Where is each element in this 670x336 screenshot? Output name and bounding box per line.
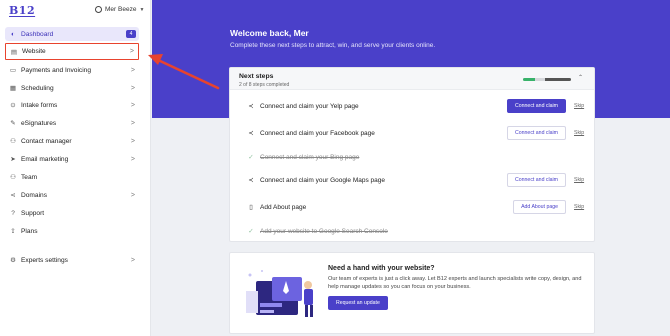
sidebar-item-label: Payments and Invoicing [21, 66, 92, 74]
sidebar-item-dashboard[interactable]: ◐ Dashboard 4 [5, 27, 139, 41]
skip-link[interactable]: Skip [574, 130, 586, 136]
sidebar-item-label: Email marketing [21, 155, 69, 163]
chevron-right-icon: > [130, 66, 135, 74]
progress-fill [523, 78, 535, 81]
sidebar-item-esignatures[interactable]: ✎ eSignatures > [5, 116, 139, 130]
user-name: Mer Beeze [105, 6, 137, 13]
step-search-console: ✓ Add your website to Google Search Cons… [246, 223, 586, 239]
sidebar-item-domains[interactable]: ⋖ Domains > [5, 188, 139, 202]
sidebar-item-scheduling[interactable]: ▦ Scheduling > [5, 81, 139, 95]
next-steps-progress-text: 2 of 8 steps completed [239, 82, 290, 88]
step-label: Connect and claim your Bing page [260, 153, 360, 161]
skip-link[interactable]: Skip [574, 204, 586, 210]
plans-icon: ⇪ [10, 228, 16, 235]
next-steps-card: Next steps 2 of 8 steps completed ⌃ ≺ Co… [229, 67, 595, 242]
chevron-up-icon[interactable]: ⌃ [578, 74, 583, 81]
next-steps-header[interactable]: Next steps 2 of 8 steps completed ⌃ [230, 68, 594, 90]
step-about-page: ▯ Add About page Add About page Skip [246, 199, 586, 215]
page-icon: ▯ [249, 204, 253, 211]
chevron-right-icon: > [130, 137, 135, 145]
sidebar-item-website[interactable]: ▤ Website > [5, 43, 139, 60]
chevron-down-icon: ▼ [139, 6, 145, 13]
add-about-page-button[interactable]: Add About page [513, 200, 566, 214]
chevron-right-icon: > [130, 119, 135, 127]
step-label: Add About page [260, 203, 307, 211]
connect-google-maps-button[interactable]: Connect and claim [507, 173, 566, 187]
share-icon: ≺ [248, 103, 254, 110]
sidebar-item-label: Domains [21, 191, 48, 199]
sidebar-item-label: Experts settings [21, 256, 68, 264]
connect-facebook-button[interactable]: Connect and claim [507, 126, 566, 140]
skip-link[interactable]: Skip [574, 103, 586, 109]
contacts-icon: ⚇ [10, 138, 16, 145]
expert-illustration [246, 270, 313, 317]
step-facebook: ≺ Connect and claim your Facebook page C… [246, 125, 586, 141]
sidebar-item-label: eSignatures [21, 119, 57, 127]
next-steps-title: Next steps [239, 73, 274, 80]
sidebar-item-label: Plans [21, 227, 38, 235]
sidebar-item-label: Website [22, 48, 46, 55]
welcome-subtitle: Complete these next steps to attract, wi… [230, 42, 436, 49]
chevron-right-icon: > [130, 256, 135, 264]
sidebar-item-label: Intake forms [21, 101, 58, 109]
signature-icon: ✎ [10, 120, 16, 127]
skip-link[interactable]: Skip [574, 177, 586, 183]
sidebar-header: B12 Mer Beeze ▼ [0, 0, 151, 22]
step-google-maps: ≺ Connect and claim your Google Maps pag… [246, 172, 586, 188]
support-icon: ? [11, 209, 15, 217]
check-icon: ✓ [248, 154, 254, 161]
calendar-icon: ▦ [9, 85, 17, 92]
step-label: Connect and claim your Facebook page [260, 129, 375, 137]
welcome-title: Welcome back, Mer [230, 28, 309, 38]
chevron-right-icon: > [130, 191, 135, 199]
payments-icon: ▭ [9, 67, 17, 74]
help-card: Need a hand with your website? Our team … [229, 252, 595, 334]
sidebar-item-support[interactable]: ? Support [5, 206, 139, 220]
team-icon: ⚇ [10, 174, 16, 181]
sidebar: B12 Mer Beeze ▼ ◐ Dashboard 4 ▤ Website … [0, 0, 151, 336]
chevron-right-icon: > [130, 155, 135, 163]
share-icon: ≺ [248, 177, 254, 184]
share-icon: ≺ [248, 130, 254, 137]
sidebar-item-label: Team [21, 173, 38, 181]
check-icon: ✓ [248, 228, 254, 235]
sidebar-item-intake-forms[interactable]: ⊙ Intake forms > [5, 98, 139, 112]
sidebar-item-payments[interactable]: ▭ Payments and Invoicing > [5, 63, 139, 77]
step-label: Connect and claim your Yelp page [260, 102, 359, 110]
step-yelp: ≺ Connect and claim your Yelp page Conne… [246, 98, 586, 114]
sidebar-item-label: Dashboard [21, 30, 54, 38]
help-title: Need a hand with your website? [328, 265, 435, 272]
sidebar-item-plans[interactable]: ⇪ Plans [5, 224, 139, 238]
step-label: Connect and claim your Google Maps page [260, 176, 386, 184]
sidebar-item-email-marketing[interactable]: ➤ Email marketing > [5, 152, 139, 166]
sidebar-item-contact-manager[interactable]: ⚇ Contact manager > [5, 134, 139, 148]
email-icon: ➤ [10, 156, 16, 163]
chevron-right-icon: > [129, 48, 134, 55]
chevron-right-icon: > [130, 84, 135, 92]
step-label: Add your website to Google Search Consol… [260, 227, 388, 235]
connect-yelp-button[interactable]: Connect and claim [507, 99, 566, 113]
sidebar-item-label: Support [21, 209, 45, 217]
step-bing: ✓ Connect and claim your Bing page [246, 149, 586, 165]
sidebar-item-experts-settings[interactable]: ⚙ Experts settings > [5, 253, 139, 267]
domains-icon: ⋖ [10, 192, 16, 199]
sidebar-item-label: Scheduling [21, 84, 54, 92]
chevron-right-icon: > [130, 101, 135, 109]
website-icon: ▤ [10, 48, 18, 56]
sidebar-item-team[interactable]: ⚇ Team [5, 170, 139, 184]
help-text: Our team of experts is just a click away… [328, 276, 582, 291]
dashboard-icon: ◐ [11, 30, 15, 38]
gear-icon: ⚙ [10, 257, 16, 264]
sidebar-item-label: Contact manager [21, 137, 72, 145]
forms-icon: ⊙ [10, 102, 16, 109]
progress-bar-segment [545, 78, 571, 81]
user-circle-icon [95, 6, 102, 13]
notification-badge: 4 [126, 30, 136, 38]
logo[interactable]: B12 [9, 4, 35, 17]
user-menu[interactable]: Mer Beeze ▼ [95, 6, 144, 13]
request-update-button[interactable]: Request an update [328, 296, 388, 310]
